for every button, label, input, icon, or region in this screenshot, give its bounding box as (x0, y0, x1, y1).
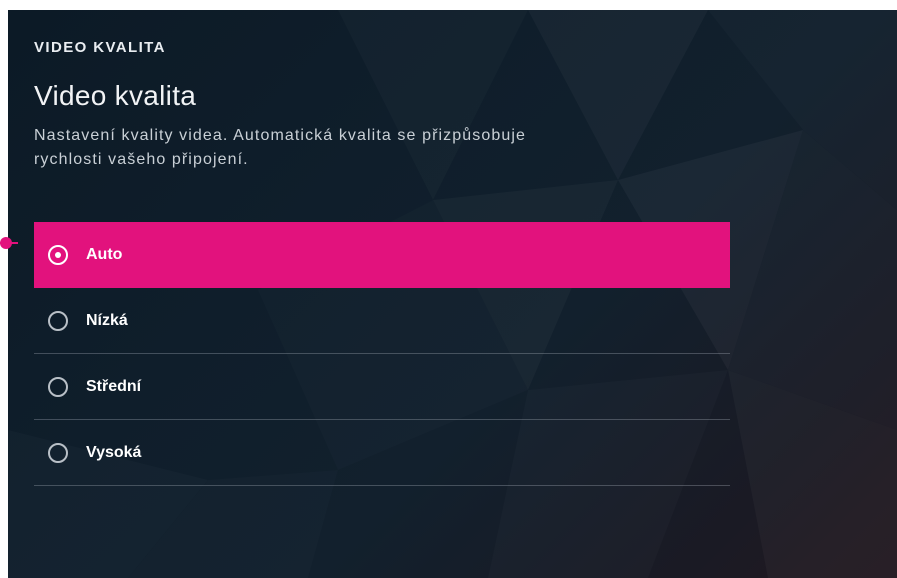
radio-unchecked-icon (48, 310, 68, 331)
radio-unchecked-icon (48, 442, 68, 463)
option-auto[interactable]: Auto (34, 222, 730, 288)
settings-screen: VIDEO KVALITA Video kvalita Nastavení kv… (8, 10, 897, 578)
option-label: Střední (86, 377, 142, 395)
option-nizka[interactable]: Nízká (34, 288, 730, 354)
page-description: Nastavení kvality videa. Automatická kva… (34, 127, 526, 168)
focus-indicator-dot (0, 237, 12, 249)
radio-unchecked-icon (48, 376, 68, 397)
option-label: Vysoká (86, 443, 142, 461)
radio-dot (55, 251, 61, 258)
radio-checked-icon (48, 244, 68, 265)
option-stredni[interactable]: Střední (34, 354, 730, 420)
section-label: VIDEO KVALITA (34, 39, 166, 56)
option-label: Nízká (86, 311, 128, 329)
option-label: Auto (86, 245, 123, 263)
page-title: Video kvalita (34, 80, 197, 111)
option-vysoka[interactable]: Vysoká (34, 420, 730, 486)
quality-options-list: Auto Nízká Střední Vysoká (34, 222, 730, 486)
